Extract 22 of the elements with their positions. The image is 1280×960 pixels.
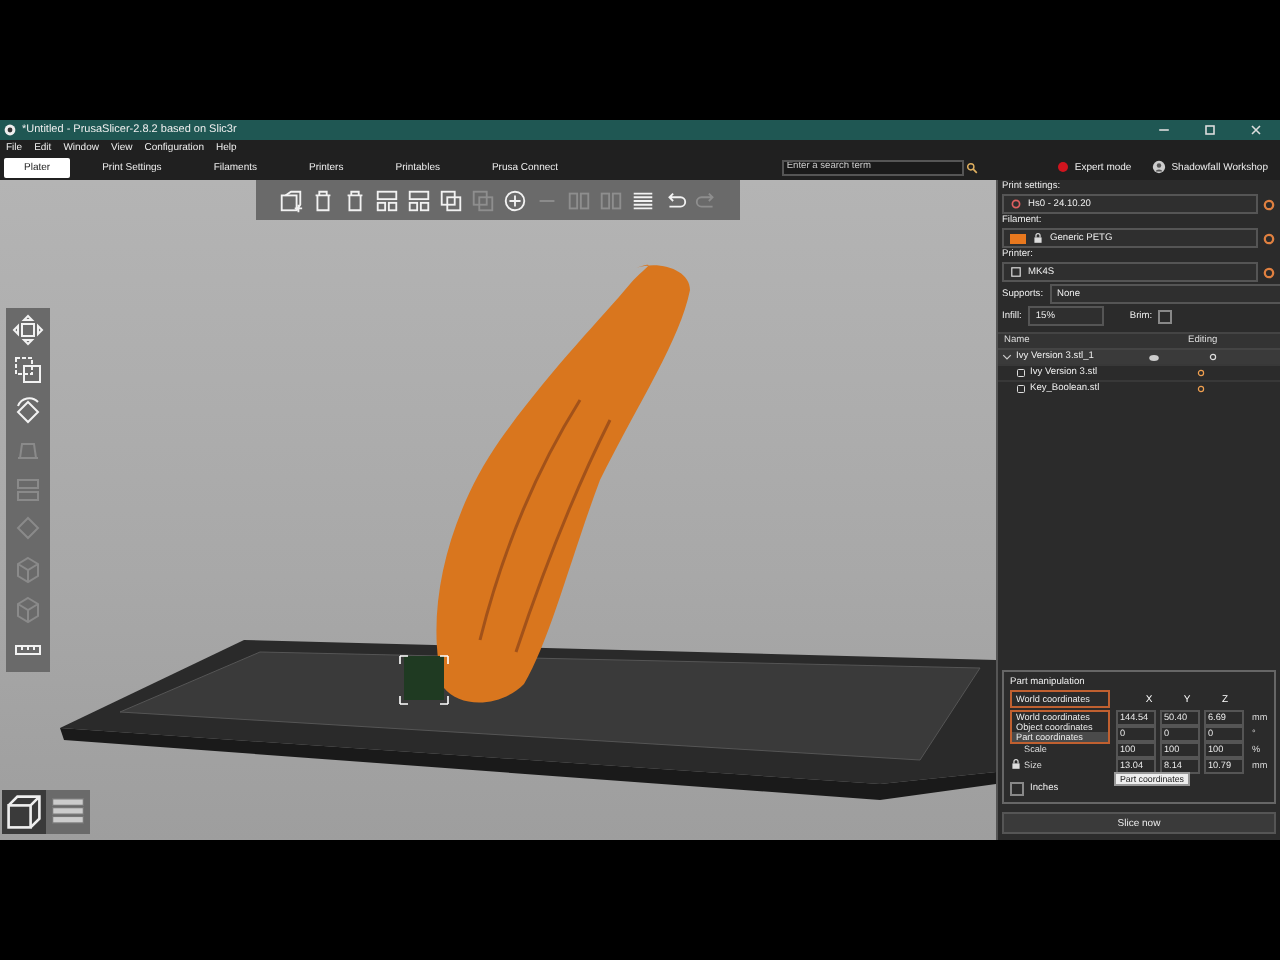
app-logo-icon [4,124,16,136]
rotate-icon[interactable] [12,394,44,426]
scale-icon[interactable] [12,354,44,386]
lock-icon[interactable] [1010,758,1022,770]
arrange-icon[interactable] [405,187,431,213]
arrange-icon[interactable] [373,187,399,213]
printer-icon [1010,266,1022,278]
plus-icon[interactable] [501,187,527,213]
maximize-icon[interactable] [1202,122,1218,138]
brim-checkbox[interactable] [1158,309,1173,323]
layers-icon[interactable] [629,187,655,213]
eye-icon[interactable] [1148,351,1160,363]
lock-icon [1032,232,1044,244]
search-icon [966,161,979,173]
cube-view-icon[interactable] [2,790,46,834]
add-icon[interactable] [277,187,303,213]
avatar-icon [1151,160,1166,174]
key-model-drawing [399,655,449,705]
copy-icon[interactable] [437,187,463,213]
move-icon[interactable] [12,314,44,346]
close-icon[interactable] [1248,122,1264,138]
inches-checkbox[interactable] [1010,782,1024,796]
